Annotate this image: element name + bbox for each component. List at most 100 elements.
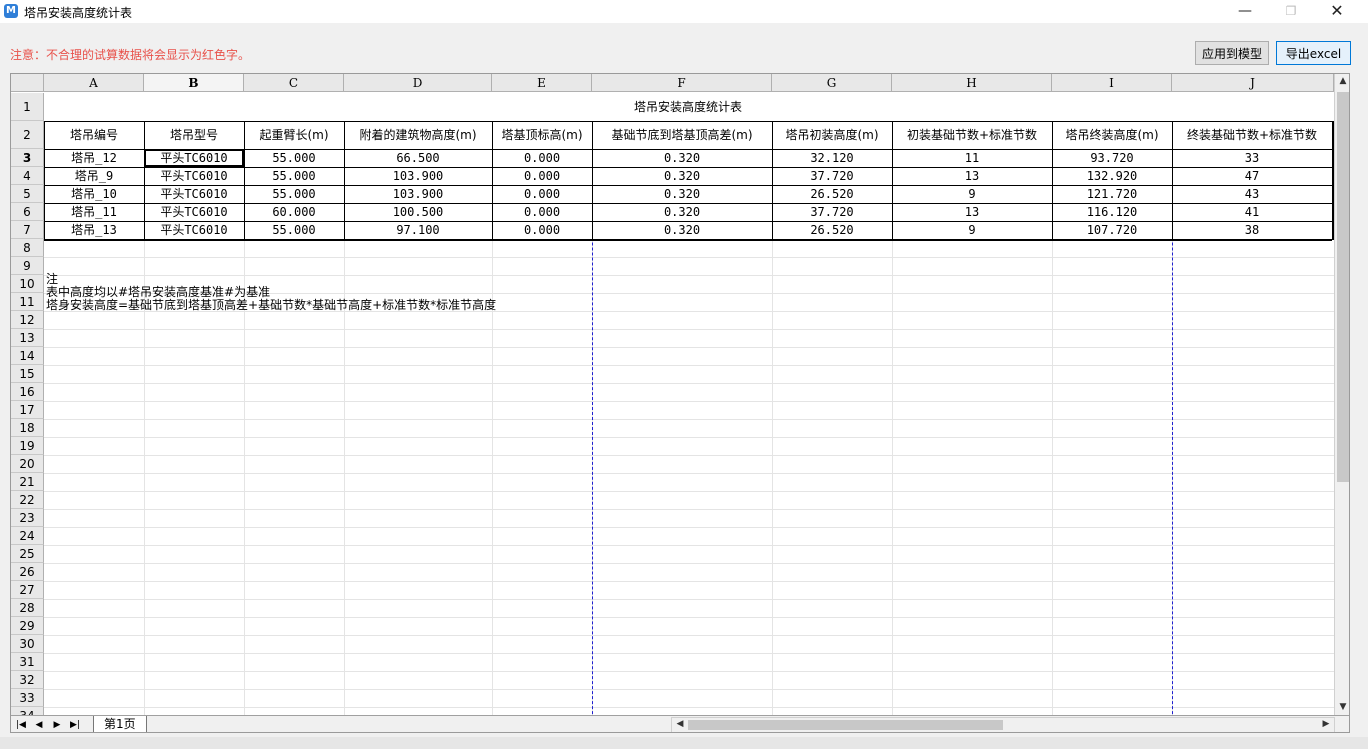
- next-sheet-icon[interactable]: ▶: [49, 718, 65, 732]
- table-cell[interactable]: 0.320: [592, 221, 772, 239]
- row-header[interactable]: 30: [11, 635, 44, 653]
- table-cell[interactable]: 55.000: [244, 185, 344, 203]
- table-cell[interactable]: 132.920: [1052, 167, 1172, 185]
- table-cell[interactable]: 55.000: [244, 167, 344, 185]
- row-header[interactable]: 13: [11, 329, 44, 347]
- row-header[interactable]: 9: [11, 257, 44, 275]
- table-cell[interactable]: 97.100: [344, 221, 492, 239]
- column-header[interactable]: A: [44, 74, 144, 92]
- table-cell[interactable]: 平头TC6010: [144, 203, 244, 221]
- row-header[interactable]: 18: [11, 419, 44, 437]
- row-header[interactable]: 26: [11, 563, 44, 581]
- row-header[interactable]: 17: [11, 401, 44, 419]
- table-cell[interactable]: 塔吊_11: [44, 203, 144, 221]
- table-cell[interactable]: 103.900: [344, 185, 492, 203]
- sheet-tab-page1[interactable]: 第1页: [93, 716, 147, 732]
- row-header[interactable]: 7: [11, 221, 44, 239]
- apply-to-model-button[interactable]: 应用到模型: [1195, 41, 1269, 65]
- table-cell[interactable]: 平头TC6010: [144, 185, 244, 203]
- column-header[interactable]: E: [492, 74, 592, 92]
- table-cell[interactable]: 9: [892, 185, 1052, 203]
- table-cell[interactable]: 0.000: [492, 203, 592, 221]
- row-header[interactable]: 3: [11, 149, 44, 167]
- column-header[interactable]: C: [244, 74, 344, 92]
- table-cell[interactable]: 13: [892, 203, 1052, 221]
- row-header[interactable]: 22: [11, 491, 44, 509]
- scroll-right-icon[interactable]: ▶: [1318, 719, 1334, 729]
- table-cell[interactable]: 32.120: [772, 149, 892, 167]
- table-cell[interactable]: 55.000: [244, 149, 344, 167]
- row-header[interactable]: 31: [11, 653, 44, 671]
- close-icon[interactable]: ✕: [1314, 0, 1360, 23]
- table-cell[interactable]: 0.320: [592, 185, 772, 203]
- vertical-scroll-thumb[interactable]: [1337, 92, 1349, 482]
- row-header[interactable]: 24: [11, 527, 44, 545]
- table-cell[interactable]: 37.720: [772, 203, 892, 221]
- row-header[interactable]: 19: [11, 437, 44, 455]
- column-header[interactable]: G: [772, 74, 892, 92]
- table-cell[interactable]: 121.720: [1052, 185, 1172, 203]
- row-header[interactable]: 25: [11, 545, 44, 563]
- table-cell[interactable]: 0.320: [592, 203, 772, 221]
- row-header[interactable]: 8: [11, 239, 44, 257]
- table-cell[interactable]: 37.720: [772, 167, 892, 185]
- row-header[interactable]: 15: [11, 365, 44, 383]
- row-header[interactable]: 4: [11, 167, 44, 185]
- first-sheet-icon[interactable]: |◀: [13, 718, 29, 732]
- table-cell[interactable]: 0.000: [492, 185, 592, 203]
- minimize-icon[interactable]: —: [1222, 0, 1268, 23]
- row-header[interactable]: 11: [11, 293, 44, 311]
- table-cell[interactable]: 26.520: [772, 221, 892, 239]
- table-cell[interactable]: 38: [1172, 221, 1332, 239]
- table-cell[interactable]: 47: [1172, 167, 1332, 185]
- row-header[interactable]: 23: [11, 509, 44, 527]
- column-header[interactable]: H: [892, 74, 1052, 92]
- row-header[interactable]: 6: [11, 203, 44, 221]
- table-cell[interactable]: 103.900: [344, 167, 492, 185]
- table-cell[interactable]: 0.320: [592, 167, 772, 185]
- row-header[interactable]: 33: [11, 689, 44, 707]
- select-all-corner[interactable]: [11, 74, 44, 92]
- prev-sheet-icon[interactable]: ◀: [31, 718, 47, 732]
- horizontal-scroll-thumb[interactable]: [688, 720, 1003, 730]
- table-cell[interactable]: 116.120: [1052, 203, 1172, 221]
- table-cell[interactable]: 26.520: [772, 185, 892, 203]
- column-header[interactable]: I: [1052, 74, 1172, 92]
- table-cell[interactable]: 100.500: [344, 203, 492, 221]
- spreadsheet[interactable]: A B C D E F G H I J 1 2 3 4 5 6 7 8 9 10 11 12 13 14 15 16 17 18 19 2…: [10, 73, 1350, 733]
- scroll-up-icon[interactable]: ▲: [1335, 76, 1349, 86]
- row-header[interactable]: 28: [11, 599, 44, 617]
- selected-cell[interactable]: 平头TC6010: [144, 149, 244, 167]
- table-cell[interactable]: 塔吊_13: [44, 221, 144, 239]
- table-cell[interactable]: 塔吊_10: [44, 185, 144, 203]
- export-excel-button[interactable]: 导出excel: [1276, 41, 1351, 65]
- scroll-left-icon[interactable]: ◀: [672, 719, 688, 729]
- table-cell[interactable]: 9: [892, 221, 1052, 239]
- column-header[interactable]: F: [592, 74, 772, 92]
- row-header[interactable]: 16: [11, 383, 44, 401]
- table-cell[interactable]: 33: [1172, 149, 1332, 167]
- table-cell[interactable]: 0.000: [492, 149, 592, 167]
- table-cell[interactable]: 0.000: [492, 221, 592, 239]
- horizontal-scrollbar[interactable]: ◀ ▶: [671, 717, 1335, 732]
- row-header[interactable]: 10: [11, 275, 44, 293]
- row-header[interactable]: 29: [11, 617, 44, 635]
- row-header[interactable]: 21: [11, 473, 44, 491]
- maximize-icon[interactable]: ❐: [1268, 0, 1314, 23]
- row-header[interactable]: 32: [11, 671, 44, 689]
- table-cell[interactable]: 13: [892, 167, 1052, 185]
- table-cell[interactable]: 平头TC6010: [144, 221, 244, 239]
- row-header[interactable]: 12: [11, 311, 44, 329]
- table-cell[interactable]: 平头TC6010: [144, 167, 244, 185]
- column-header[interactable]: D: [344, 74, 492, 92]
- table-cell[interactable]: 塔吊_9: [44, 167, 144, 185]
- column-header[interactable]: B: [144, 74, 244, 92]
- table-cell[interactable]: 60.000: [244, 203, 344, 221]
- table-cell[interactable]: 41: [1172, 203, 1332, 221]
- vertical-scrollbar[interactable]: ▲ ▼: [1334, 74, 1349, 716]
- table-cell[interactable]: 66.500: [344, 149, 492, 167]
- table-cell[interactable]: 塔吊_12: [44, 149, 144, 167]
- table-cell[interactable]: 43: [1172, 185, 1332, 203]
- row-header[interactable]: 20: [11, 455, 44, 473]
- row-header[interactable]: 2: [11, 121, 44, 149]
